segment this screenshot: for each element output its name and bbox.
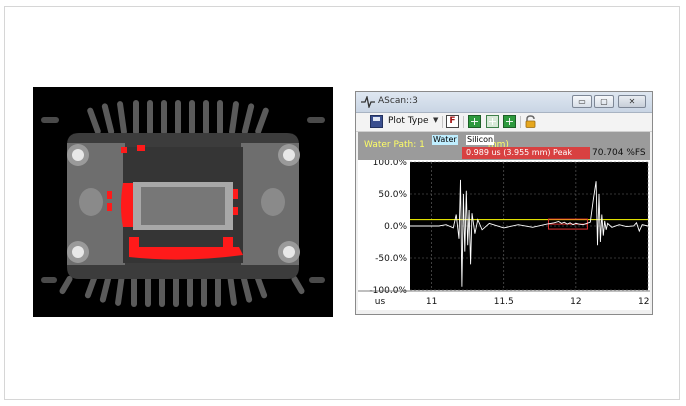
lock-icon[interactable] bbox=[524, 115, 537, 128]
toolbar-separator bbox=[442, 116, 443, 128]
peak-readout: 0.989 us (3.955 mm) Peak bbox=[462, 147, 590, 159]
chevron-down-icon[interactable]: ▼ bbox=[433, 116, 438, 124]
x-tick-label: 11.5 bbox=[494, 297, 514, 307]
minimize-button[interactable]: ▭ bbox=[572, 95, 592, 108]
window-title: AScan::3 bbox=[378, 96, 418, 106]
c-scan-picture bbox=[33, 87, 333, 317]
toolbar-separator bbox=[463, 116, 464, 128]
plot-background bbox=[410, 162, 648, 290]
ascan-window[interactable]: AScan::3 ▭ ▢ ✕ Plot Type ▼ F Water Path:… bbox=[355, 91, 653, 315]
die-inner bbox=[141, 187, 225, 225]
f-button[interactable]: F bbox=[446, 115, 459, 128]
x-tick-label: 12 bbox=[570, 297, 581, 307]
y-tick-label: -50.0% bbox=[375, 254, 407, 264]
ascan-plot[interactable]: 100.0%50.0%0.0%-50.0%-100.0%1111.51212.5… bbox=[358, 160, 650, 310]
plot-type-menu[interactable]: Plot Type bbox=[388, 116, 429, 126]
grid-layout-icon[interactable] bbox=[486, 115, 499, 128]
gate-tab-water[interactable]: Water bbox=[432, 135, 458, 145]
waveform-icon bbox=[361, 96, 375, 108]
maximize-button[interactable]: ▢ bbox=[594, 95, 614, 108]
window-titlebar[interactable]: AScan::3 ▭ ▢ ✕ bbox=[356, 92, 652, 113]
x-tick-label: 12.5 bbox=[638, 297, 650, 307]
x-axis-unit-label: us bbox=[375, 297, 386, 307]
y-tick-label: 0.0% bbox=[384, 222, 407, 232]
c-scan-image bbox=[33, 87, 333, 317]
gate-tab-silicon[interactable]: Silicon bbox=[466, 135, 495, 145]
x-tick-label: 11 bbox=[426, 297, 437, 307]
toolbar-separator bbox=[520, 116, 521, 128]
y-tick-label: 100.0% bbox=[373, 160, 408, 168]
y-tick-label: 50.0% bbox=[378, 190, 407, 200]
toolbar: Plot Type ▼ F bbox=[356, 113, 652, 132]
grid-icon[interactable] bbox=[468, 115, 481, 128]
close-button[interactable]: ✕ bbox=[618, 95, 646, 108]
ascan-chart[interactable]: 100.0%50.0%0.0%-50.0%-100.0%1111.51212.5… bbox=[358, 160, 650, 310]
grid-fill-icon[interactable] bbox=[503, 115, 516, 128]
gate-info-bar: Water Path: 1 mm) Water Silicon 0.989 us … bbox=[358, 132, 650, 160]
save-icon[interactable] bbox=[370, 115, 383, 128]
peak-amplitude-readout: 70.704 %FS bbox=[592, 148, 646, 158]
